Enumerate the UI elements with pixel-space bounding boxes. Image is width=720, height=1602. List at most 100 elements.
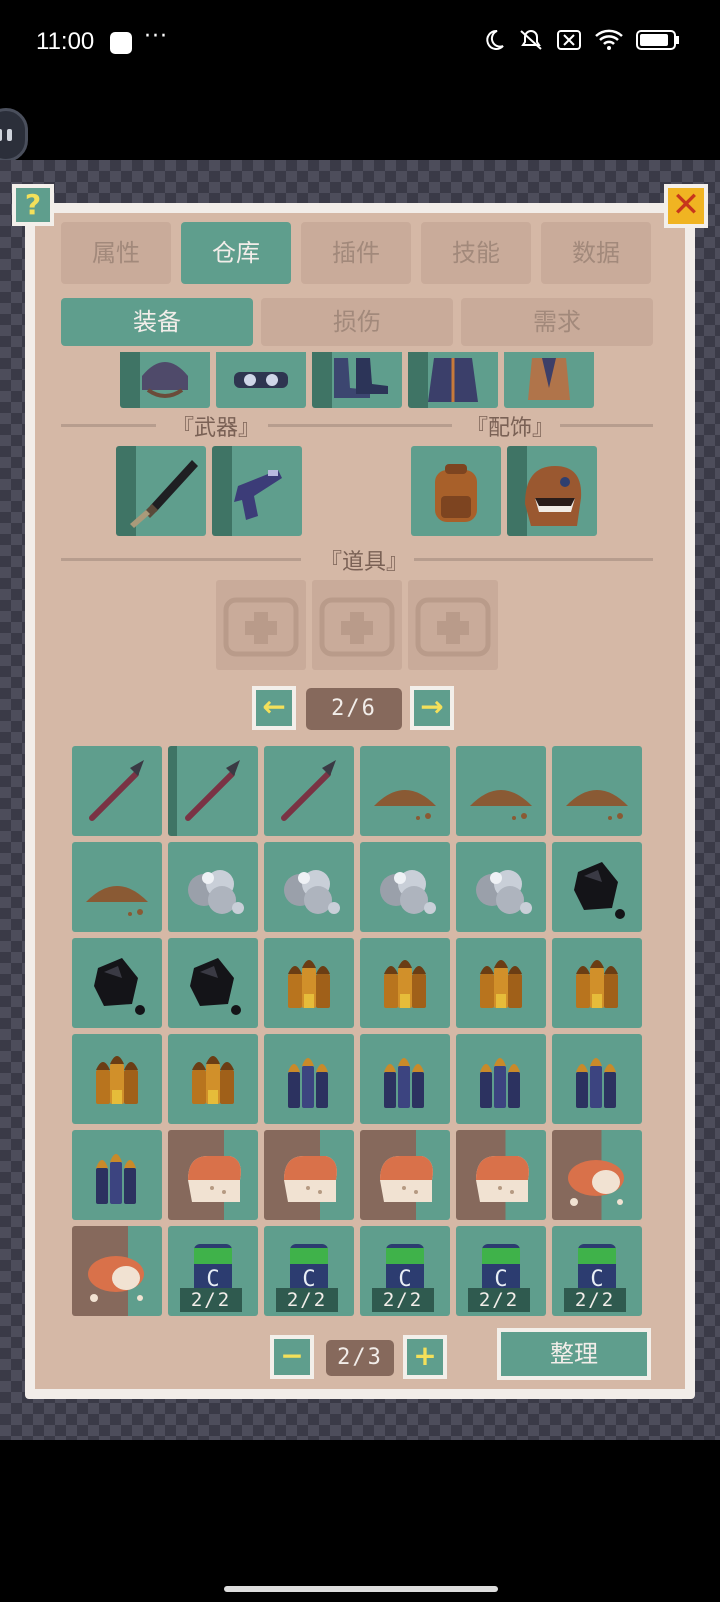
armor-slot-goggles[interactable] [216, 352, 306, 408]
subtab-needs[interactable]: 需求 [461, 298, 653, 346]
inventory-slot-iron-ore[interactable] [456, 842, 546, 932]
inventory-slot-energy-can[interactable]: C 2/2 [264, 1226, 354, 1316]
prev-page-button[interactable]: ← [252, 686, 296, 730]
bread-roll-icon [568, 1160, 624, 1206]
bread-roll-icon [88, 1256, 144, 1302]
inventory-slot-blue-bullets[interactable] [552, 1034, 642, 1124]
item-slot-empty[interactable] [216, 580, 306, 670]
iron-ore-icon [476, 870, 532, 914]
inventory-slot-bread[interactable] [168, 1130, 258, 1220]
tab-attributes[interactable]: 属性 [61, 222, 171, 284]
inventory-slot-spear[interactable] [72, 746, 162, 836]
sort-button[interactable]: 整理 [497, 1328, 651, 1380]
floating-assistant-bubble[interactable] [0, 108, 28, 162]
inventory-slot-bronze-bullets[interactable] [168, 1034, 258, 1124]
inventory-slot-bronze-bullets[interactable] [360, 938, 450, 1028]
inventory-slot-blue-bullets[interactable] [264, 1034, 354, 1124]
help-button[interactable]: ? [12, 184, 54, 226]
coal-icon [190, 958, 241, 1015]
inventory-slot-iron-ore[interactable] [264, 842, 354, 932]
sim-off-icon [556, 29, 582, 55]
inventory-slot-spear[interactable] [168, 746, 258, 836]
tab-data[interactable]: 数据 [541, 222, 651, 284]
bread-icon [284, 1156, 337, 1202]
armor-slot-helmet[interactable] [120, 352, 210, 408]
armor-slot-vest[interactable] [504, 352, 594, 408]
inventory-slot-blue-bullets[interactable] [456, 1034, 546, 1124]
status-time: 11:00 [36, 28, 95, 55]
inventory-slot-bread[interactable] [264, 1130, 354, 1220]
accessory-slot-beast-bag[interactable] [507, 446, 597, 536]
bronze-bullets-icon [192, 1056, 234, 1104]
dirt-pile-icon [374, 790, 436, 820]
beast-head-bag-icon [525, 466, 582, 526]
bronze-bullets-icon [480, 960, 522, 1008]
sword-icon [130, 460, 198, 528]
helmet-icon [142, 362, 188, 398]
backpack-icon [435, 464, 477, 522]
inventory-slot-bread[interactable] [360, 1130, 450, 1220]
iron-ore-icon [284, 870, 340, 914]
spear-icon [281, 760, 336, 821]
wifi-icon [594, 28, 624, 56]
item-slot-empty[interactable] [312, 580, 402, 670]
blue-bullets-icon [576, 1058, 616, 1108]
coal-icon [94, 958, 145, 1015]
status-bar: 11:00 ··· [0, 0, 720, 88]
empty-medkit-icon [223, 597, 299, 657]
goggles-icon [234, 372, 288, 388]
inventory-slot-bread[interactable] [456, 1130, 546, 1220]
inventory-slot-blue-bullets[interactable] [360, 1034, 450, 1124]
inventory-slot-coal[interactable] [552, 842, 642, 932]
armor-slot-coat[interactable] [408, 352, 498, 408]
close-button[interactable]: ✕ [664, 184, 708, 228]
pistol-icon [234, 470, 282, 520]
increase-button[interactable]: + [403, 1335, 447, 1379]
decrease-button[interactable]: − [270, 1335, 314, 1379]
inventory-slot-iron-ore[interactable] [360, 842, 450, 932]
section-divider [268, 424, 452, 427]
home-indicator[interactable] [224, 1586, 498, 1592]
inventory-slot-bronze-bullets[interactable] [456, 938, 546, 1028]
inventory-slot-bread-roll[interactable] [72, 1226, 162, 1316]
inventory-slot-energy-can[interactable]: C 2/2 [168, 1226, 258, 1316]
tab-warehouse[interactable]: 仓库 [181, 222, 291, 284]
more-notifications-icon: ··· [144, 24, 168, 49]
weapon-slot-pistol[interactable] [212, 446, 302, 536]
blue-bullets-icon [288, 1058, 328, 1108]
accessory-slot-backpack[interactable] [411, 446, 501, 536]
inventory-slot-coal[interactable] [168, 938, 258, 1028]
notification-icon [110, 32, 132, 54]
bottom-bar [0, 1440, 720, 1602]
armor-slot-boots[interactable] [312, 352, 402, 408]
next-page-button[interactable]: → [410, 686, 454, 730]
page-count: 2/3 [326, 1340, 394, 1376]
inventory-slot-dirt-pile[interactable] [552, 746, 642, 836]
moon-icon [482, 28, 506, 56]
inventory-slot-coal[interactable] [72, 938, 162, 1028]
inventory-slot-energy-can[interactable]: C 2/2 [360, 1226, 450, 1316]
inventory-slot-blue-bullets[interactable] [72, 1130, 162, 1220]
item-count: 2/2 [276, 1288, 338, 1312]
coat-icon [428, 358, 478, 402]
section-divider [61, 424, 156, 427]
inventory-slot-spear[interactable] [264, 746, 354, 836]
inventory-slot-dirt-pile[interactable] [72, 842, 162, 932]
tab-skills[interactable]: 技能 [421, 222, 531, 284]
inventory-slot-bronze-bullets[interactable] [264, 938, 354, 1028]
inventory-slot-energy-can[interactable]: C 2/2 [456, 1226, 546, 1316]
inventory-slot-bread-roll[interactable] [552, 1130, 642, 1220]
subtab-equipment[interactable]: 装备 [61, 298, 253, 346]
weapon-slot-sword[interactable] [116, 446, 206, 536]
item-slot-empty[interactable] [408, 580, 498, 670]
subtab-damage[interactable]: 损伤 [261, 298, 453, 346]
inventory-slot-dirt-pile[interactable] [360, 746, 450, 836]
tab-plugins[interactable]: 插件 [301, 222, 411, 284]
blue-bullets-icon [480, 1058, 520, 1108]
inventory-slot-energy-can[interactable]: C 2/2 [552, 1226, 642, 1316]
empty-medkit-icon [415, 597, 491, 657]
inventory-slot-iron-ore[interactable] [168, 842, 258, 932]
inventory-slot-bronze-bullets[interactable] [552, 938, 642, 1028]
inventory-slot-bronze-bullets[interactable] [72, 1034, 162, 1124]
inventory-slot-dirt-pile[interactable] [456, 746, 546, 836]
